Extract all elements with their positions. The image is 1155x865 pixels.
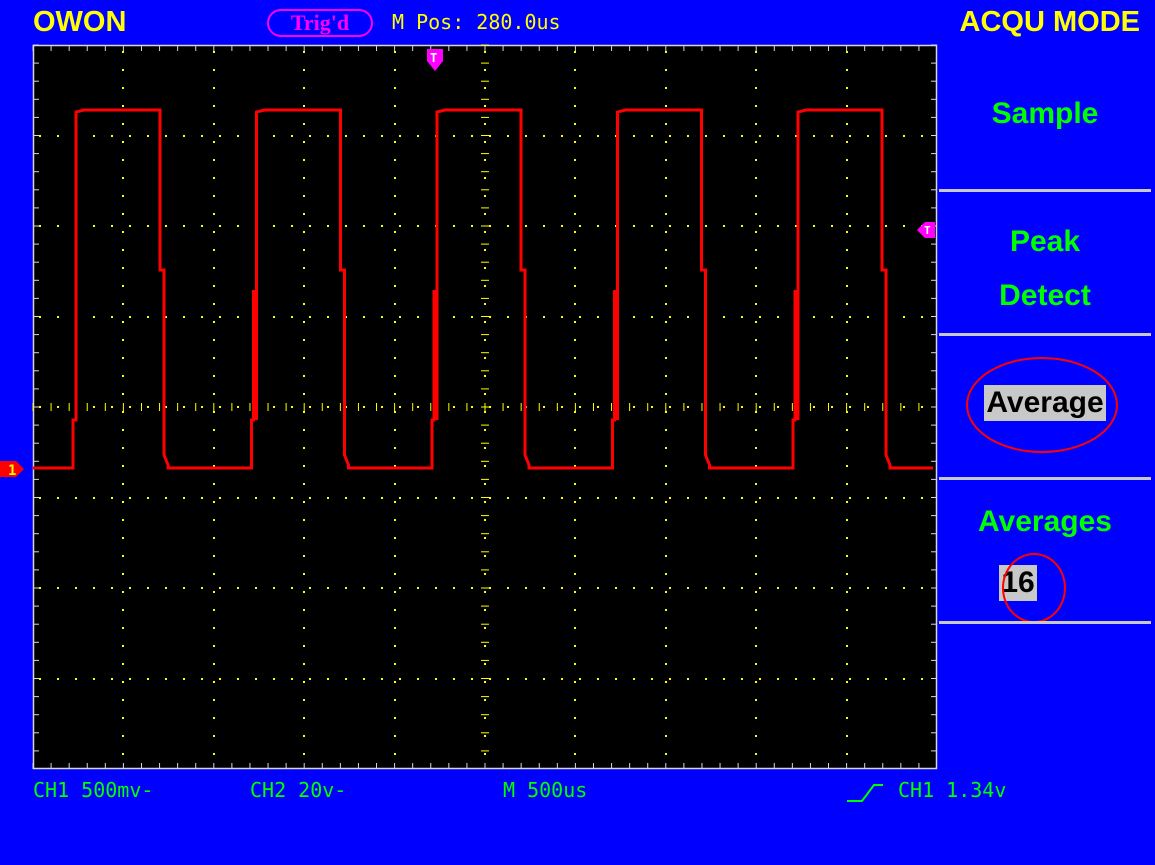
menu-option-peak-detect[interactable]: Peak Detect [939,215,1151,323]
waveform-display: T T [32,44,938,770]
trigger-position-marker-label: T [430,51,437,65]
top-bar: OWON Trig'd M Pos: 280.0us ACQU MODE [0,0,1155,44]
ch1-marker-label: 1 [8,463,16,479]
brand-logo: OWON [33,6,127,38]
rising-edge-icon [847,784,883,802]
square-wave-path [33,108,933,470]
ch1-scale-readout: CH1 500mv- [33,778,154,802]
menu-option-averages[interactable]: Averages [939,505,1151,539]
menu-divider [939,333,1151,336]
trigger-level-marker-icon: T [917,222,935,238]
ch1-ground-marker-icon: 1 [0,461,24,479]
menu-title: ACQU MODE [959,6,1140,38]
trigger-status-badge: Trig'd [267,9,373,37]
menu-divider [939,477,1151,480]
menu-option-sample[interactable]: Sample [939,97,1151,131]
ch2-scale-readout: CH2 20v- [250,778,347,802]
selection-circle [966,357,1118,453]
sample-label: Sample [991,97,1099,130]
ch1-waveform-trace [33,108,933,470]
trigger-level-marker-label: T [924,224,931,237]
averages-selection-circle [1002,553,1066,623]
horizontal-position-readout: M Pos: 280.0us [392,10,561,34]
status-bar: CH1 500mv- CH2 20v- M 500us CH1 1.34v [0,772,1155,812]
menu-divider [939,189,1151,192]
peak-detect-label-line1: Peak [1009,225,1081,258]
trigger-level-readout: CH1 1.34v [898,778,1007,802]
peak-detect-label-line2: Detect [999,279,1091,312]
trigger-position-marker-icon: T [427,49,443,71]
averages-label: Averages [978,505,1112,538]
acquisition-menu: Sample Peak Detect Average Averages 16 [939,45,1151,769]
timebase-readout: M 500us [503,778,588,802]
menu-divider [939,621,1151,624]
